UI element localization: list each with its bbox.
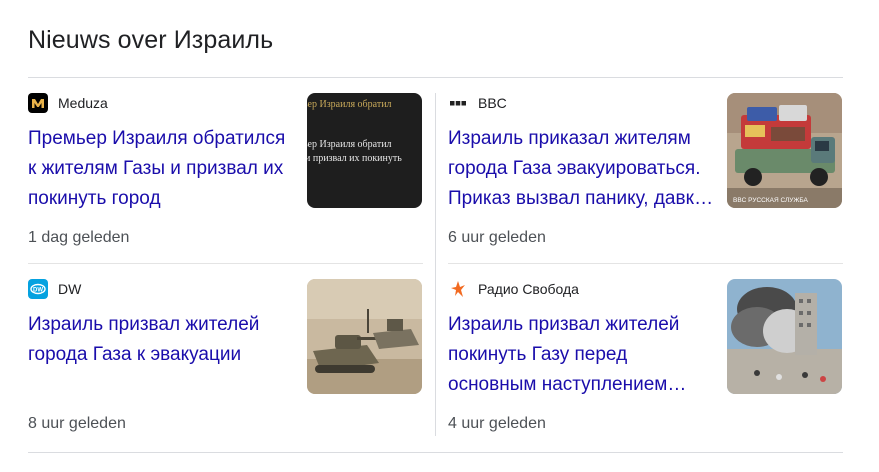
thumbnail-image[interactable]: ьер Израиля обратил ьер Израиля обратил …	[307, 93, 422, 208]
thumbnail-image[interactable]	[307, 279, 422, 394]
timestamp: 1 dag geleden	[28, 229, 130, 246]
thumbnail-caption: BBC РУССКАЯ СЛУЖБА	[733, 197, 809, 204]
timestamp: 4 uur geleden	[448, 415, 546, 432]
section-title: Nieuws over Израиль	[28, 26, 274, 54]
timestamp: 8 uur geleden	[28, 415, 126, 432]
thumbnail-image[interactable]: BBC РУССКАЯ СЛУЖБА	[727, 93, 842, 208]
headline-link[interactable]: Израиль приказал жителям города Газа эва…	[448, 124, 718, 214]
dw-logo-icon: DW	[28, 279, 48, 299]
headline-link[interactable]: Израиль призвал жителей покинуть Газу пе…	[448, 310, 718, 400]
bbc-logo-icon	[448, 93, 468, 113]
news-source: Радио Свобода	[448, 279, 579, 299]
thumbnail-caption: ьер Израиля обратил	[307, 99, 392, 110]
column-divider	[435, 93, 436, 436]
news-card[interactable]: Meduza Премьер Израиля обратился к жител…	[28, 93, 424, 279]
thumbnail-caption: ьер Израиля обратил	[307, 139, 392, 150]
news-source: DW DW	[28, 279, 81, 299]
news-source: BBC	[448, 93, 507, 113]
thumbnail-image[interactable]	[727, 279, 842, 394]
source-name: Радио Свобода	[478, 281, 579, 297]
thumbnail-caption: и призвал их покинуть	[307, 153, 402, 164]
meduza-logo-icon	[28, 93, 48, 113]
timestamp: 6 uur geleden	[448, 229, 546, 246]
news-source: Meduza	[28, 93, 108, 113]
svg-text:DW: DW	[33, 287, 43, 293]
news-card[interactable]: DW DW Израиль призвал жителей города Газ…	[28, 279, 424, 465]
headline-link[interactable]: Израиль призвал жителей города Газа к эв…	[28, 310, 298, 370]
source-name: BBC	[478, 95, 507, 111]
headline-link[interactable]: Премьер Израиля обратился к жителям Газы…	[28, 124, 298, 214]
radio-svoboda-logo-icon	[448, 279, 468, 299]
news-card[interactable]: BBC Израиль приказал жителям города Газа…	[448, 93, 844, 279]
source-name: DW	[58, 281, 82, 297]
news-card[interactable]: Радио Свобода Израиль призвал жителей по…	[448, 279, 844, 465]
top-divider	[28, 77, 843, 78]
source-name: Meduza	[58, 95, 108, 111]
